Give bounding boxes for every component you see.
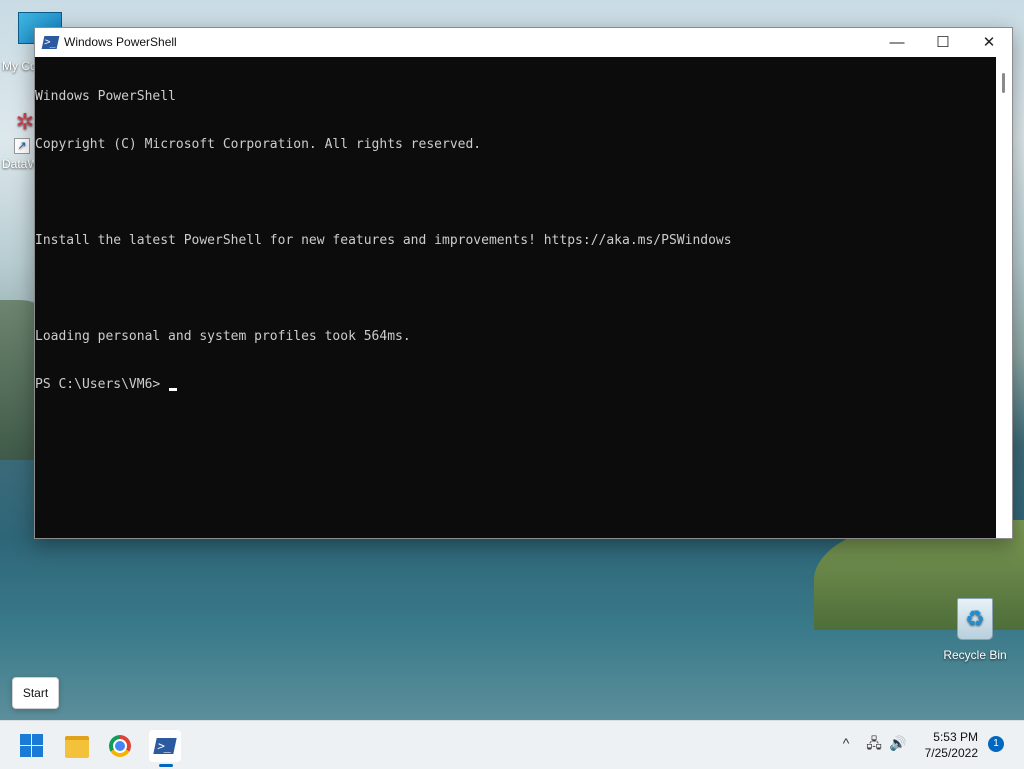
- chrome-icon-center: [113, 739, 127, 753]
- clock-date: 7/25/2022: [924, 746, 978, 760]
- desktop-icon-label: Recycle Bin: [943, 648, 1007, 662]
- network-icon[interactable]: 🖧: [864, 733, 884, 753]
- title-bar[interactable]: >_ Windows PowerShell — ☐ ✕: [35, 28, 1012, 57]
- powershell-taskbar-button[interactable]: >_: [149, 730, 181, 762]
- powershell-icon: >_: [41, 36, 60, 49]
- folder-icon: [65, 736, 89, 758]
- powershell-icon: >_: [153, 738, 177, 754]
- active-app-indicator: [159, 764, 173, 767]
- file-explorer-button[interactable]: [60, 730, 92, 762]
- desktop-icon-label: My Co: [2, 59, 37, 73]
- console-line: Windows PowerShell: [35, 89, 176, 104]
- console-line: Loading personal and system profiles too…: [35, 329, 411, 344]
- minimize-button[interactable]: —: [874, 28, 920, 57]
- close-button[interactable]: ✕: [966, 28, 1012, 57]
- chrome-button[interactable]: [104, 730, 136, 762]
- vertical-scrollbar[interactable]: [996, 57, 1012, 538]
- scrollbar-thumb[interactable]: [1002, 73, 1005, 93]
- clock[interactable]: 5:53 PM 7/25/2022: [914, 729, 978, 761]
- shortcut-arrow-icon: ↗: [14, 138, 30, 154]
- desktop-icon-recycle-bin[interactable]: ♻ Recycle Bin: [940, 598, 1010, 662]
- recycle-bin-icon: ♻: [957, 598, 993, 640]
- console-output[interactable]: Windows PowerShell Copyright (C) Microso…: [35, 57, 996, 538]
- window-title: Windows PowerShell: [64, 35, 177, 49]
- maximize-button[interactable]: ☐: [920, 28, 966, 57]
- start-tooltip: Start: [12, 677, 59, 709]
- powershell-window[interactable]: >_ Windows PowerShell — ☐ ✕ Windows Powe…: [34, 27, 1013, 539]
- taskbar: >_ ^ 🖧 🔊 5:53 PM 7/25/2022 1: [0, 720, 1024, 769]
- console-line: Install the latest PowerShell for new fe…: [35, 233, 732, 248]
- notification-badge[interactable]: 1: [988, 736, 1004, 752]
- show-hidden-icons-chevron-icon[interactable]: ^: [836, 733, 856, 753]
- start-button[interactable]: [16, 730, 48, 762]
- console-line: Copyright (C) Microsoft Corporation. All…: [35, 137, 482, 152]
- console-prompt: PS C:\Users\VM6>: [35, 377, 169, 392]
- clock-time: 5:53 PM: [933, 730, 978, 744]
- volume-icon[interactable]: 🔊: [888, 733, 908, 753]
- datawrapper-icon: ✲: [15, 109, 35, 134]
- text-cursor: [169, 388, 178, 391]
- console-prompt-line[interactable]: PS C:\Users\VM6>: [35, 377, 996, 393]
